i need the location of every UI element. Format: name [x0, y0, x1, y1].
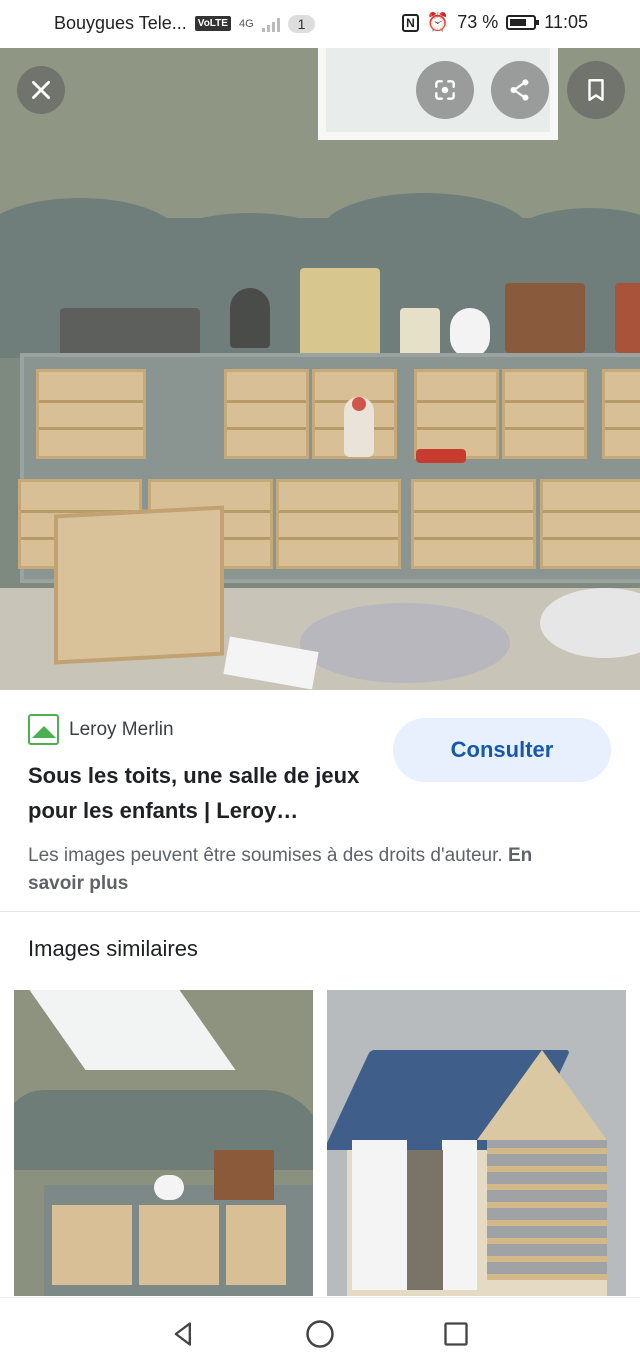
divider — [0, 911, 640, 912]
image-crate — [54, 505, 224, 665]
thumb-shelf — [352, 1140, 407, 1290]
leroy-merlin-logo-icon — [28, 714, 59, 745]
signal-icon — [261, 16, 280, 32]
result-info-panel: Leroy Merlin Sous les toits, une salle d… — [0, 690, 640, 912]
thumb-bunny — [154, 1175, 184, 1200]
similar-images-heading: Images similaires — [28, 936, 198, 961]
back-triangle-icon — [174, 1322, 191, 1346]
similar-image-2[interactable] — [327, 990, 626, 1296]
copyright-notice: Les images peuvent être soumises à des d… — [28, 842, 588, 898]
bookmark-icon — [588, 79, 604, 101]
similar-image-1[interactable] — [14, 990, 313, 1296]
status-right: N ⏰ 73 % 11:05 — [402, 12, 588, 33]
lens-button[interactable] — [416, 61, 474, 119]
home-button[interactable] — [304, 1318, 336, 1350]
bookmark-button[interactable] — [567, 61, 625, 119]
close-icon — [32, 81, 50, 99]
thumb-crate — [139, 1205, 219, 1285]
source-name: Leroy Merlin — [69, 718, 174, 740]
thumb-shelf — [442, 1140, 477, 1290]
battery-icon — [506, 15, 540, 30]
image-shelf-items — [60, 268, 640, 358]
result-title[interactable]: Sous les toits, une salle de jeux pour l… — [28, 758, 388, 828]
carrier-name: Bouygues Tele... — [54, 13, 187, 33]
recents-button[interactable] — [440, 1318, 472, 1350]
thumb-crate — [226, 1205, 286, 1285]
back-button[interactable] — [168, 1318, 200, 1350]
battery-percent: 73 % — [457, 12, 499, 32]
alarm-icon: ⏰ — [426, 12, 450, 32]
system-nav-bar — [0, 1297, 640, 1370]
image-rug — [300, 603, 510, 683]
share-button[interactable] — [491, 61, 549, 119]
status-bar: Bouygues Tele... VoLTE 4G 1 N ⏰ 73 % 11:… — [0, 0, 640, 48]
notification-count-badge: 1 — [287, 14, 316, 33]
status-left: Bouygues Tele... VoLTE 4G 1 — [54, 13, 316, 34]
nfc-icon: N — [402, 13, 419, 32]
volte-badge: VoLTE — [194, 16, 231, 31]
lens-icon — [435, 80, 455, 100]
recents-square-icon — [444, 1322, 468, 1346]
copyright-text: Les images peuvent être soumises à des d… — [28, 845, 503, 866]
consult-button[interactable]: Consulter — [393, 718, 611, 782]
network-type: 4G — [238, 17, 254, 30]
share-icon — [510, 79, 529, 101]
home-circle-icon — [306, 1320, 334, 1348]
source-row[interactable]: Leroy Merlin — [28, 714, 174, 745]
clock: 11:05 — [544, 12, 588, 32]
thumb-frame — [214, 1150, 274, 1200]
thumb-slats — [487, 1140, 607, 1280]
close-button[interactable] — [17, 66, 65, 114]
main-image[interactable] — [0, 48, 640, 690]
thumb-doorway — [407, 1150, 443, 1290]
thumb-crate — [52, 1205, 132, 1285]
